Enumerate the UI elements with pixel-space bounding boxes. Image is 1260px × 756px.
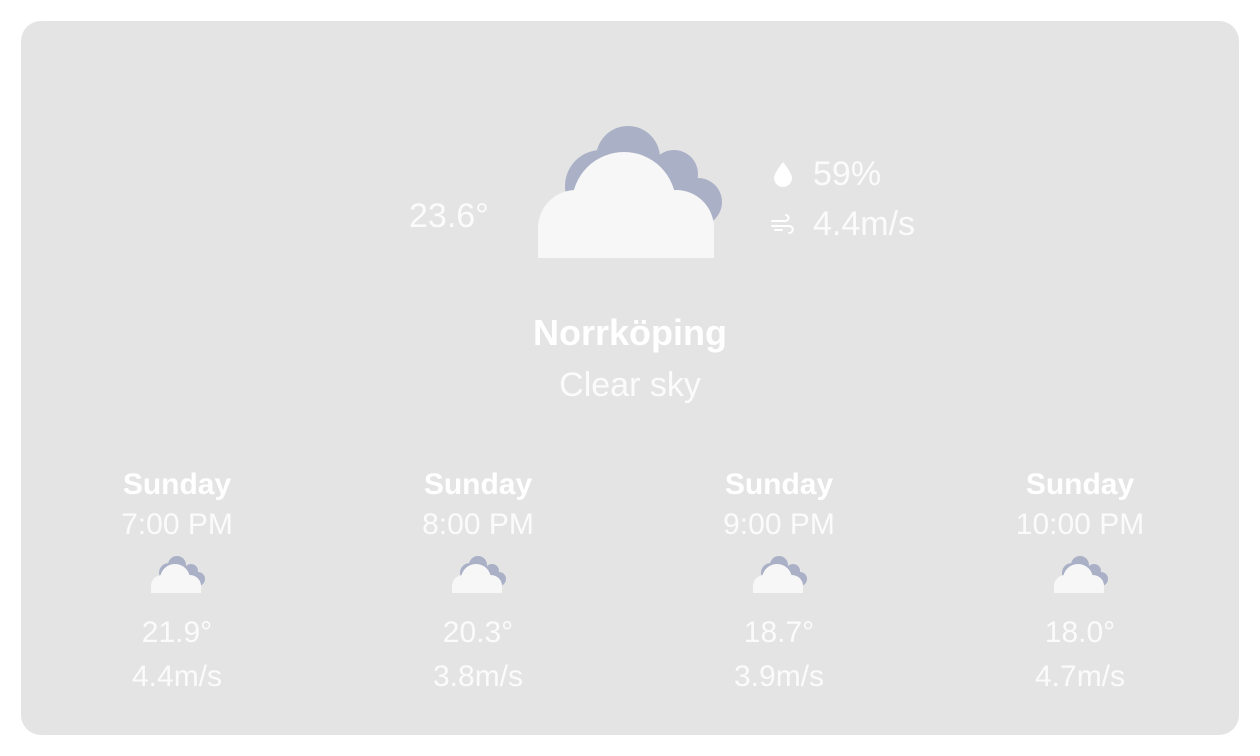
forecast-time: 8:00 PM (422, 508, 534, 541)
cloud-icon (1050, 556, 1110, 597)
weather-condition: Clear sky (559, 366, 701, 404)
forecast-day: Sunday (1025, 468, 1135, 501)
forecast-time: 7:00 PM (121, 508, 233, 541)
forecast-temperature: 21.9° (141, 616, 213, 649)
weather-card: 23.6° 59% 4.4m/s Norrköping Clear sky Su… (21, 21, 1239, 735)
forecast-item: Sunday 8:00 PM 20.3° 3.8m/s (358, 465, 598, 699)
forecast-day: Sunday (423, 468, 533, 501)
cloud-icon (749, 556, 809, 597)
cloud-icon (147, 556, 207, 597)
forecast-wind: 3.9m/s (733, 660, 825, 693)
forecast-item: Sunday 7:00 PM 21.9° 4.4m/s (57, 465, 297, 699)
forecast-wind: 4.7m/s (1034, 660, 1126, 693)
current-stats: 59% 4.4m/s (769, 149, 915, 249)
forecast-temperature: 18.7° (743, 616, 815, 649)
current-temperature: 23.6° (409, 197, 489, 235)
humidity-value: 59% (813, 155, 882, 193)
forecast-day: Sunday (724, 468, 834, 501)
wind-icon (771, 214, 794, 234)
forecast-day: Sunday (122, 468, 232, 501)
wind-value: 4.4m/s (813, 205, 916, 243)
forecast-item: Sunday 9:00 PM 18.7° 3.9m/s (659, 465, 899, 699)
cloud-icon (448, 556, 508, 597)
cloud-icon (526, 126, 736, 266)
humidity-row: 59% (769, 149, 915, 199)
wind-row: 4.4m/s (769, 199, 915, 249)
forecast-item: Sunday 10:00 PM 18.0° 4.7m/s (960, 465, 1200, 699)
forecast-temperature: 20.3° (442, 616, 514, 649)
city-name: Norrköping (533, 312, 727, 353)
forecast-wind: 4.4m/s (131, 660, 223, 693)
forecast-wind: 3.8m/s (432, 660, 524, 693)
water-drop-icon (774, 162, 792, 187)
forecast-time: 9:00 PM (723, 508, 835, 541)
forecast-time: 10:00 PM (1015, 508, 1145, 541)
hourly-forecast: Sunday 7:00 PM 21.9° 4.4m/s Sunday 8:00 … (21, 465, 1239, 705)
forecast-temperature: 18.0° (1044, 616, 1116, 649)
